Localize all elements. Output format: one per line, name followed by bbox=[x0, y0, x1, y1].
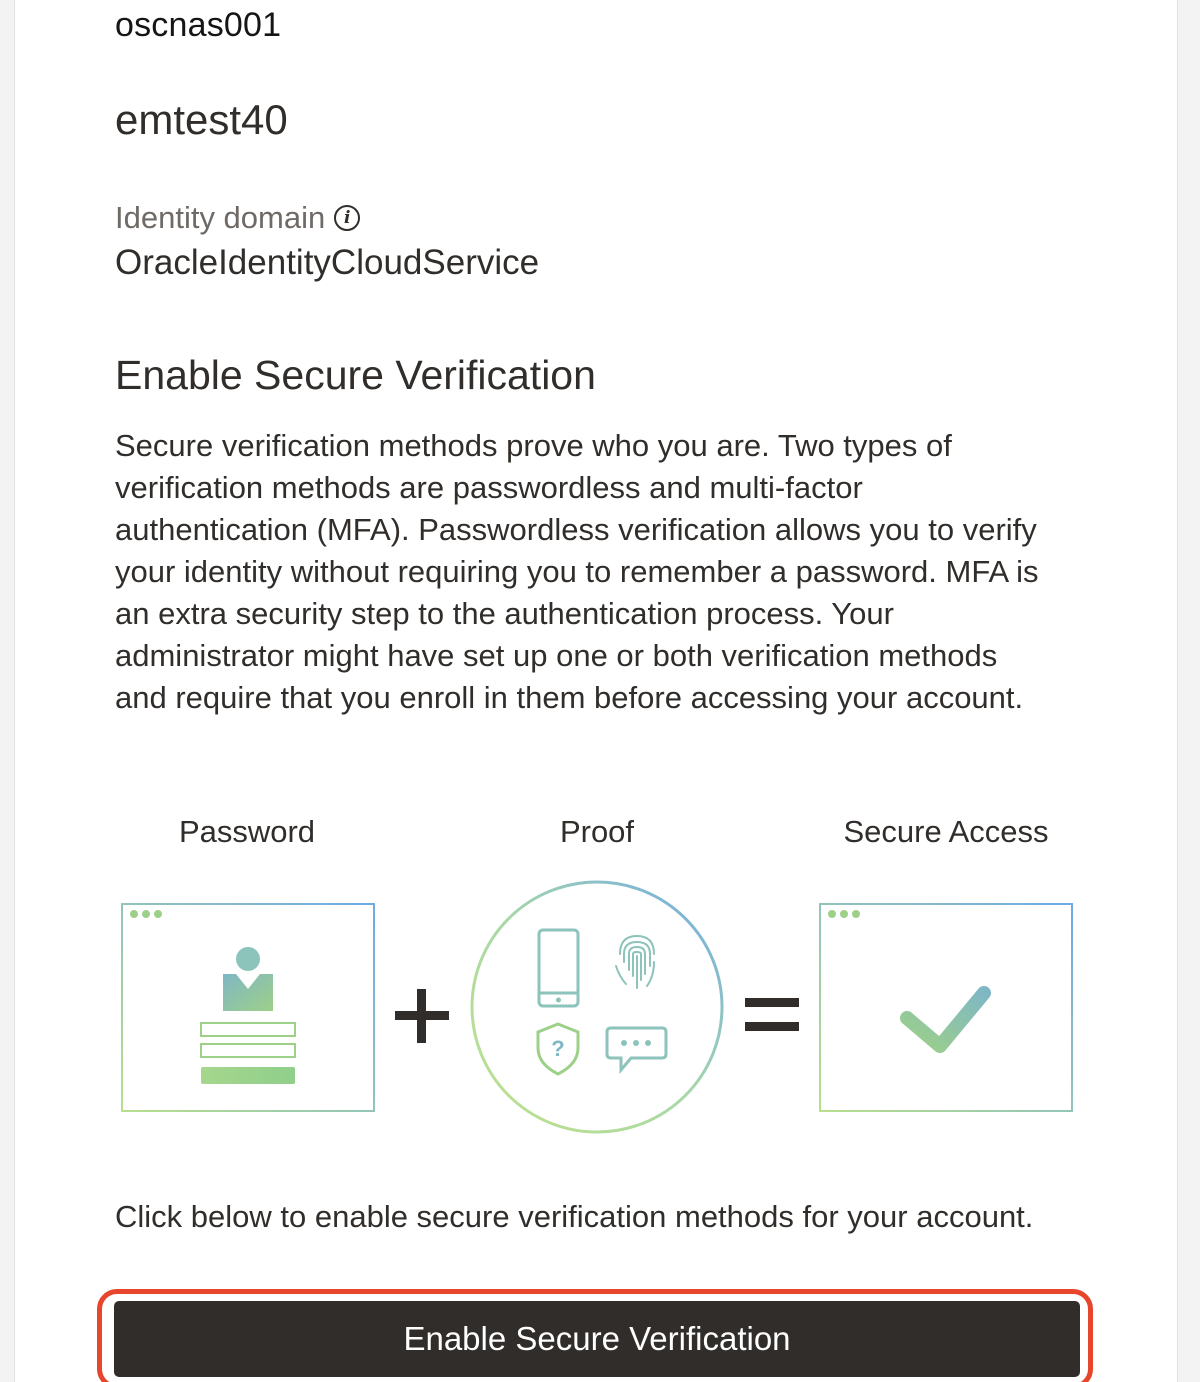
plus-icon bbox=[395, 989, 449, 1043]
identity-domain-label: Identity domain i bbox=[115, 200, 361, 236]
password-label: Password bbox=[178, 814, 316, 849]
proof-label: Proof bbox=[559, 814, 635, 849]
identity-domain-label-text: Identity domain bbox=[115, 200, 326, 235]
secure-access-label: Secure Access bbox=[843, 814, 1049, 849]
secure-access-browser-frame bbox=[819, 903, 1073, 1112]
section-description: Secure verification methods prove who yo… bbox=[115, 428, 1039, 715]
identity-domain-value: OracleIdentityCloudService bbox=[115, 243, 540, 282]
section-title: Enable Secure Verification bbox=[115, 352, 596, 398]
svg-text:?: ? bbox=[551, 1036, 564, 1061]
username: emtest40 bbox=[115, 96, 288, 143]
tenant-name: oscnas001 bbox=[115, 6, 282, 44]
enrollment-card: oscnas001 emtest40 Identity domain i Ora… bbox=[14, 0, 1178, 1382]
proof-circle bbox=[470, 880, 724, 1134]
cta-instruction: Click below to enable secure verificatio… bbox=[115, 1199, 1034, 1234]
enable-secure-verification-button[interactable]: Enable Secure Verification bbox=[114, 1301, 1080, 1377]
verification-illustration: ? bbox=[121, 880, 1073, 1134]
equals-icon bbox=[745, 998, 799, 1031]
info-icon[interactable]: i bbox=[334, 205, 361, 231]
